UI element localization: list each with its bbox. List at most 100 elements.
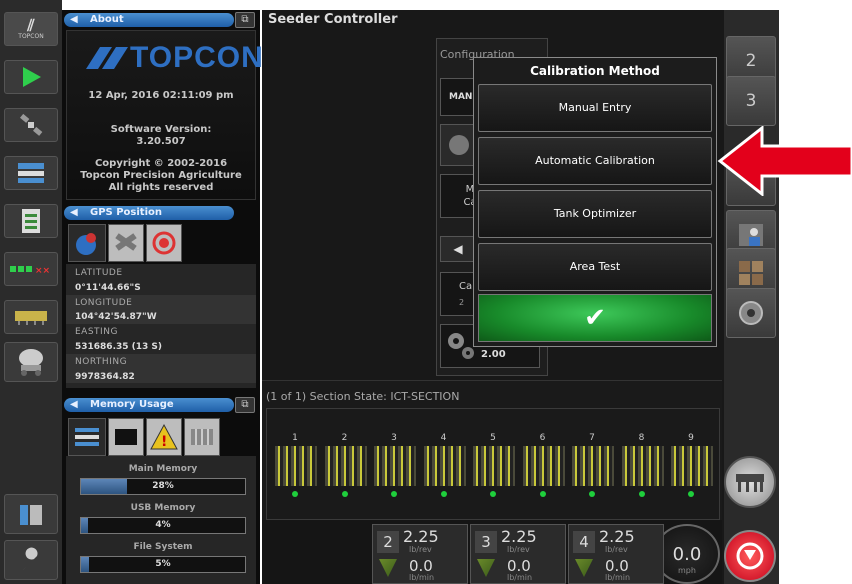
section-row-unit[interactable]: 8 (619, 428, 665, 500)
implement-icon (15, 311, 47, 325)
usb-memory-label: USB Memory (130, 503, 196, 513)
sections-icon: ×× (10, 266, 50, 276)
about-popout-button[interactable]: ⧉ (235, 12, 255, 28)
memory-tab-storage[interactable] (184, 418, 220, 456)
main-memory-label: Main Memory (128, 464, 198, 474)
satellite-icon (115, 233, 137, 251)
topcon-logo-button[interactable]: ⫽ TOPCON (4, 12, 58, 46)
section-status-led (589, 491, 595, 497)
section-row-unit[interactable]: 4 (421, 428, 467, 500)
gps-header-label: GPS Position (90, 207, 162, 218)
software-label: Software Version: (110, 124, 212, 135)
storage-icon (20, 505, 42, 525)
product-2-label: 2 (745, 51, 757, 71)
section-row-unit[interactable]: 3 (371, 428, 417, 500)
list-icon (75, 428, 99, 446)
satellite-button[interactable] (4, 108, 58, 142)
product-number: 2 (377, 531, 399, 553)
memory-header[interactable]: ◀ Memory Usage (64, 398, 234, 412)
file-system-label: File System (133, 542, 193, 552)
usb-memory-bar: 4% (80, 517, 246, 534)
gps-tab-globe[interactable] (68, 224, 106, 262)
implement-icon (736, 474, 764, 492)
wrench-icon (23, 547, 38, 570)
section-row-number: 2 (341, 433, 348, 443)
play-icon (23, 67, 41, 87)
screen: ⫽ TOPCON ×× ◀ About ⧉ TOPCON 12 Apr, 201… (0, 0, 852, 584)
memory-popout-button[interactable]: ⧉ (235, 397, 255, 413)
tank-icon (19, 349, 43, 376)
storage-button[interactable] (4, 494, 58, 534)
settings-wrench-button[interactable] (4, 540, 58, 580)
tank-button[interactable] (4, 342, 58, 382)
product-rate-display[interactable]: 4 2.25 lb/rev 0.0 lb/min (568, 524, 664, 584)
sections-button[interactable]: ×× (4, 252, 58, 286)
main-memory-bar: 28% (80, 478, 246, 495)
tank-optimizer-button[interactable]: Tank Optimizer (478, 190, 712, 238)
memory-tab-list[interactable] (68, 418, 106, 456)
section-row-unit[interactable]: 1 (272, 428, 318, 500)
section-row-unit[interactable]: 9 (668, 428, 714, 500)
power-icon (736, 542, 764, 570)
topcon-logo-icon: ⫽ (27, 15, 35, 35)
gps-header[interactable]: ◀ GPS Position (64, 206, 234, 220)
northing-label: NORTHING (75, 357, 128, 367)
product-rate-unit: lb/rev (605, 545, 628, 554)
manual-entry-button[interactable]: Manual Entry (478, 84, 712, 132)
document-button[interactable] (4, 204, 58, 238)
seeder-row-icon (473, 446, 515, 486)
usb-memory-value: 4% (155, 520, 171, 530)
automatic-calibration-button[interactable]: Automatic Calibration (478, 137, 712, 185)
section-row-unit[interactable]: 7 (569, 428, 615, 500)
confirm-button[interactable]: ✔ (478, 294, 712, 342)
product-rate-value: 2.25 (599, 527, 635, 546)
about-header[interactable]: ◀ About (64, 13, 234, 27)
memory-tab-screen[interactable] (108, 418, 144, 456)
gps-tab-satellite[interactable] (108, 224, 144, 262)
product-rate-unit: lb/rev (507, 545, 530, 554)
product-rate-value: 2.25 (403, 527, 439, 546)
warning-icon: ! (150, 423, 178, 450)
product-rate-display[interactable]: 2 2.25 lb/rev 0.0 lb/min (372, 524, 468, 584)
left-toolbar: ⫽ TOPCON ×× (0, 0, 62, 584)
memory-header-label: Memory Usage (90, 399, 174, 410)
easting-label: EASTING (75, 327, 118, 337)
dialog-title: Calibration Method (530, 64, 660, 78)
implement-view-button[interactable] (724, 456, 776, 508)
company: Topcon Precision Agriculture (80, 170, 242, 181)
section-row-number: 5 (490, 433, 496, 443)
section-row-unit[interactable]: 5 (470, 428, 516, 500)
seeder-row-icon (621, 446, 664, 486)
gauge-button[interactable] (726, 288, 776, 338)
gauge-icon (739, 301, 763, 325)
master-switch-button[interactable] (724, 530, 776, 582)
section-row-unit[interactable]: 2 (322, 428, 368, 500)
operator-icon (739, 224, 763, 246)
area-test-button[interactable]: Area Test (478, 243, 712, 291)
seed-drop-icon (575, 559, 593, 577)
seeder-row-icon (423, 446, 466, 486)
seed-drop-icon (379, 559, 397, 577)
previous-button[interactable]: ◀ (440, 236, 476, 262)
topcon-logo-text: TOPCON (130, 41, 264, 74)
svg-text:!: ! (161, 434, 167, 450)
product-3-button[interactable]: 3 (726, 76, 776, 126)
field-icon (739, 261, 763, 285)
layout-button[interactable] (4, 156, 58, 190)
memory-tab-warning[interactable]: ! (146, 418, 182, 456)
chevron-left-icon: ◀ (453, 242, 463, 256)
product-number: 3 (475, 531, 497, 553)
play-button[interactable] (4, 60, 58, 94)
signal-icon (152, 231, 176, 255)
section-row-unit[interactable]: 6 (520, 428, 566, 500)
section-row-number: 6 (539, 433, 546, 443)
implement-button[interactable] (4, 300, 58, 334)
product-rate-display[interactable]: 3 2.25 lb/rev 0.0 lb/min (470, 524, 566, 584)
gps-tab-signal[interactable] (146, 224, 182, 262)
about-datetime: 12 Apr, 2016 02:11:09 pm (88, 90, 234, 101)
svg-text:××: ×× (35, 266, 50, 276)
popout-icon: ⧉ (241, 14, 249, 25)
seeder-row-icon (275, 446, 317, 486)
document-icon (22, 209, 40, 233)
section-row-number: 4 (440, 433, 447, 443)
